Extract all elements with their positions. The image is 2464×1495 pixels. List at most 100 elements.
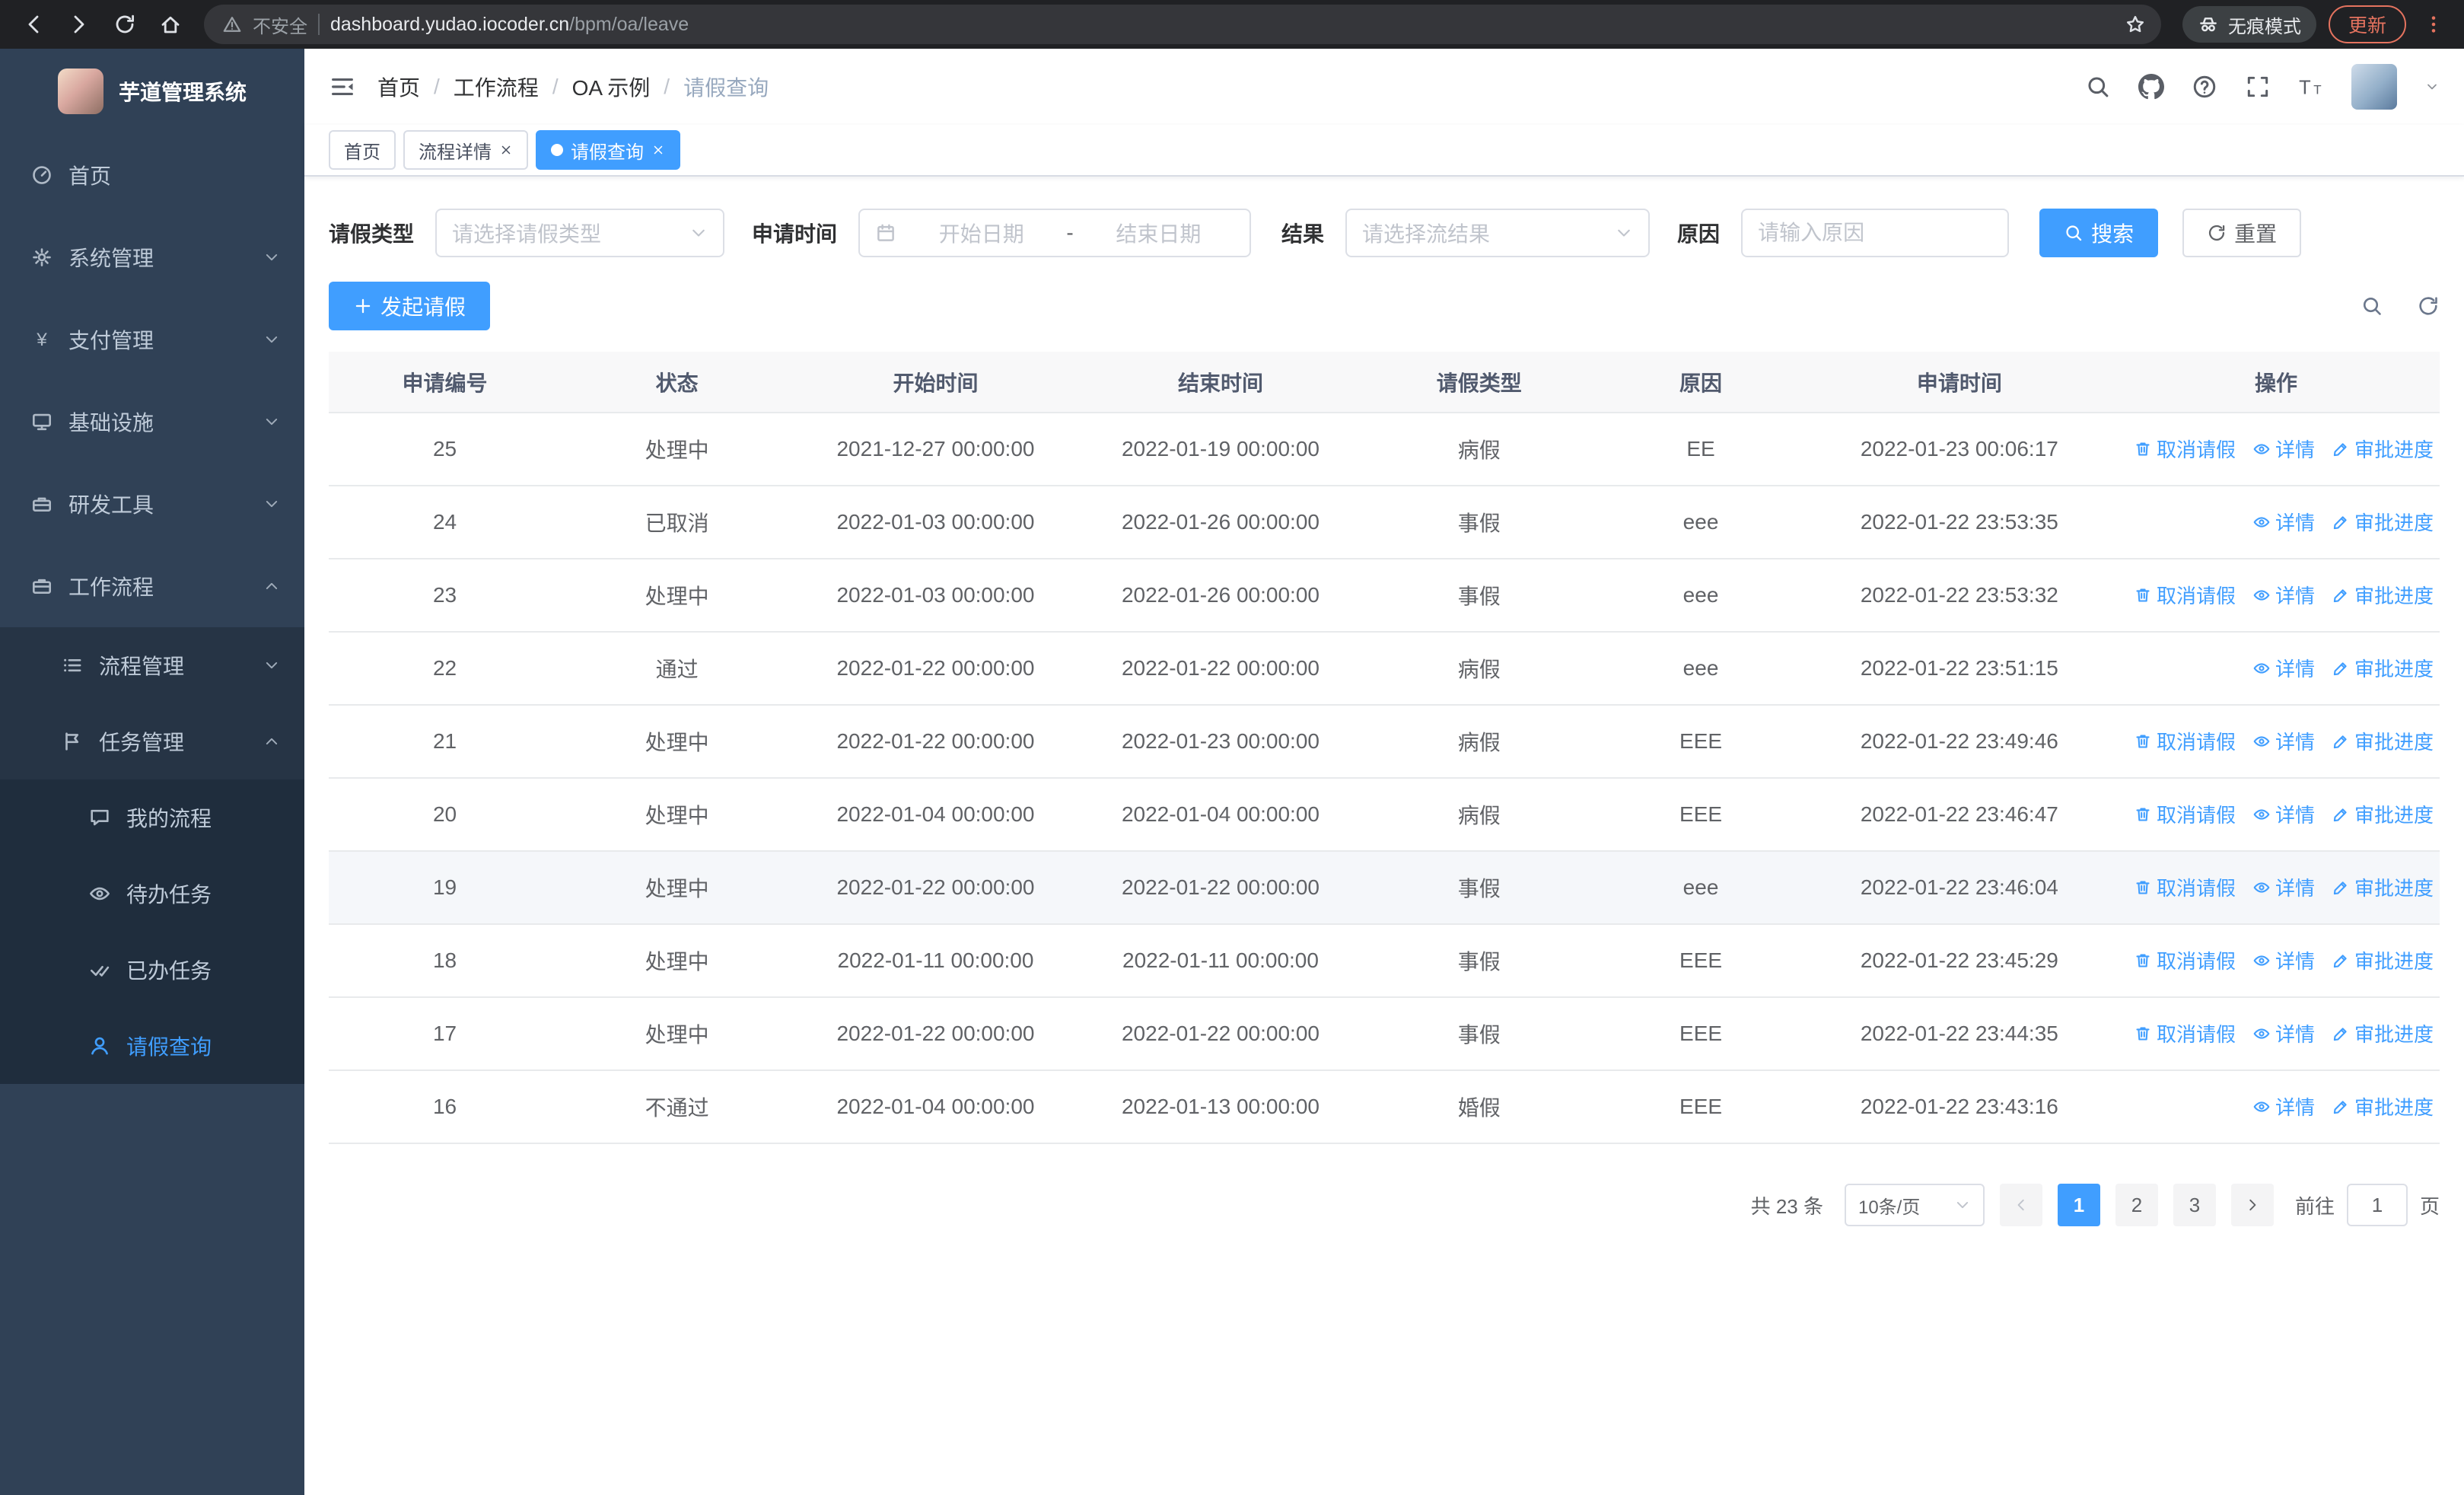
reset-button[interactable]: 重置 (2182, 209, 2302, 257)
font-size-icon[interactable]: TT (2298, 74, 2324, 100)
action-progress-link[interactable]: 审批进度 (2332, 435, 2434, 463)
sidebar-item-1[interactable]: 系统管理 (0, 216, 304, 298)
sidebar-item-4[interactable]: 研发工具 (0, 463, 304, 545)
action-detail-link[interactable]: 详情 (2252, 873, 2315, 901)
create-leave-button[interactable]: 发起请假 (329, 282, 491, 330)
prev-page-button[interactable] (1999, 1184, 2042, 1226)
action-detail-link[interactable]: 详情 (2252, 435, 2315, 463)
sidebar-item-6[interactable]: 流程管理 (0, 627, 304, 703)
sidebar-item-8[interactable]: 我的流程 (0, 779, 304, 856)
page-button-3[interactable]: 3 (2173, 1184, 2216, 1226)
cell-start: 2022-01-22 00:00:00 (793, 705, 1078, 779)
result-select[interactable]: 请选择流结果 (1345, 209, 1651, 257)
reset-button-label: 重置 (2234, 222, 2278, 246)
browser-home-icon[interactable] (149, 3, 192, 46)
browser-menu-icon[interactable] (2415, 6, 2452, 43)
collapse-sidebar-icon[interactable] (329, 73, 356, 100)
sidebar-item-7[interactable]: 任务管理 (0, 703, 304, 779)
action-label: 详情 (2275, 1096, 2315, 1120)
cell-actions: 取消请假 详情 审批进度 (2112, 851, 2440, 925)
action-progress-link[interactable]: 审批进度 (2332, 1092, 2434, 1120)
reason-input[interactable] (1741, 209, 2010, 257)
leave-type-select[interactable]: 请选择请假类型 (435, 209, 725, 257)
action-detail-link[interactable]: 详情 (2252, 1019, 2315, 1047)
help-icon[interactable] (2192, 74, 2217, 100)
header-search-icon[interactable] (2085, 74, 2111, 100)
sidebar-item-3[interactable]: 基础设施 (0, 381, 304, 463)
eye-icon (2252, 513, 2271, 531)
action-progress-link[interactable]: 审批进度 (2332, 800, 2434, 828)
action-progress-link[interactable]: 审批进度 (2332, 654, 2434, 682)
github-icon[interactable] (2138, 74, 2164, 100)
incognito-badge: 无痕模式 (2182, 6, 2316, 43)
search-button[interactable]: 搜索 (2039, 209, 2159, 257)
breadcrumb-item-1[interactable]: 工作流程 (454, 72, 539, 102)
action-detail-link[interactable]: 详情 (2252, 946, 2315, 974)
fullscreen-icon[interactable] (2245, 74, 2271, 100)
next-page-button[interactable] (2230, 1184, 2274, 1226)
action-progress-link[interactable]: 审批进度 (2332, 727, 2434, 755)
avatar-caret-icon[interactable] (2424, 79, 2440, 94)
action-cancel-link[interactable]: 取消请假 (2134, 1019, 2236, 1047)
browser-back-icon[interactable] (12, 3, 55, 46)
action-progress-link[interactable]: 审批进度 (2332, 873, 2434, 901)
sidebar-item-5[interactable]: 工作流程 (0, 545, 304, 627)
action-progress-link[interactable]: 审批进度 (2332, 1019, 2434, 1047)
action-cancel-link[interactable]: 取消请假 (2134, 800, 2236, 828)
column-header-1: 状态 (561, 352, 794, 413)
apply-time-label: 申请时间 (752, 222, 838, 246)
action-label: 取消请假 (2156, 731, 2236, 754)
cell-reason: EE (1595, 413, 1807, 486)
close-tab-icon[interactable] (651, 143, 665, 157)
user-avatar[interactable] (2351, 64, 2397, 110)
action-detail-link[interactable]: 详情 (2252, 1092, 2315, 1120)
close-tab-icon[interactable] (499, 143, 513, 157)
page-button-2[interactable]: 2 (2115, 1184, 2158, 1226)
goto-page-input[interactable] (2346, 1184, 2408, 1226)
apply-time-range-picker[interactable]: 开始日期 - 结束日期 (858, 209, 1252, 257)
action-cancel-link[interactable]: 取消请假 (2134, 581, 2236, 609)
app-logo[interactable]: 芋道管理系统 (0, 49, 304, 134)
tab-bar: 首页 流程详情 请假查询 (304, 125, 2464, 177)
action-detail-link[interactable]: 详情 (2252, 654, 2315, 682)
action-detail-link[interactable]: 详情 (2252, 727, 2315, 755)
bookmark-star-icon[interactable] (2117, 6, 2154, 43)
cell-id: 24 (329, 486, 562, 559)
action-cancel-link[interactable]: 取消请假 (2134, 727, 2236, 755)
action-cancel-link[interactable]: 取消请假 (2134, 873, 2236, 901)
action-progress-link[interactable]: 审批进度 (2332, 946, 2434, 974)
sidebar-item-9[interactable]: 待办任务 (0, 856, 304, 932)
cell-status: 处理中 (561, 778, 794, 852)
tab-2[interactable]: 请假查询 (536, 130, 680, 170)
browser-reload-icon[interactable] (103, 3, 146, 46)
tab-0[interactable]: 首页 (329, 130, 396, 170)
table-row-23: 23 处理中 2022-01-03 00:00:00 2022-01-26 00:00… (329, 559, 2440, 633)
action-progress-link[interactable]: 审批进度 (2332, 508, 2434, 536)
cell-actions: 取消请假 详情 审批进度 (2112, 778, 2440, 852)
sidebar-item-label: 研发工具 (68, 493, 154, 517)
action-detail-link[interactable]: 详情 (2252, 581, 2315, 609)
action-cancel-link[interactable]: 取消请假 (2134, 435, 2236, 463)
breadcrumb-item-0[interactable]: 首页 (377, 72, 420, 102)
cell-apply_time: 2022-01-22 23:46:04 (1806, 851, 2112, 925)
browser-forward-icon[interactable] (58, 3, 100, 46)
action-detail-link[interactable]: 详情 (2252, 508, 2315, 536)
action-cancel-link[interactable]: 取消请假 (2134, 946, 2236, 974)
page-size-select[interactable]: 10条/页 (1844, 1184, 1985, 1226)
page-button-1[interactable]: 1 (2057, 1184, 2100, 1226)
toggle-search-icon[interactable] (2361, 295, 2383, 317)
sidebar-item-10[interactable]: 已办任务 (0, 932, 304, 1008)
column-header-6: 申请时间 (1806, 352, 2112, 413)
sidebar-item-0[interactable]: 首页 (0, 134, 304, 216)
tab-1[interactable]: 流程详情 (403, 130, 528, 170)
action-detail-link[interactable]: 详情 (2252, 800, 2315, 828)
action-progress-link[interactable]: 审批进度 (2332, 581, 2434, 609)
table-row-24: 24 已取消 2022-01-03 00:00:00 2022-01-26 00:00… (329, 486, 2440, 559)
address-bar[interactable]: 不安全 dashboard.yudao.iocoder.cn/bpm/oa/le… (204, 5, 2161, 44)
sidebar-item-2[interactable]: ¥ 支付管理 (0, 298, 304, 381)
refresh-table-icon[interactable] (2417, 295, 2440, 317)
chevron-up-icon (263, 733, 280, 750)
breadcrumb-item-2[interactable]: OA 示例 (572, 72, 651, 102)
sidebar-item-11[interactable]: 请假查询 (0, 1008, 304, 1084)
browser-update-button[interactable]: 更新 (2328, 5, 2406, 43)
